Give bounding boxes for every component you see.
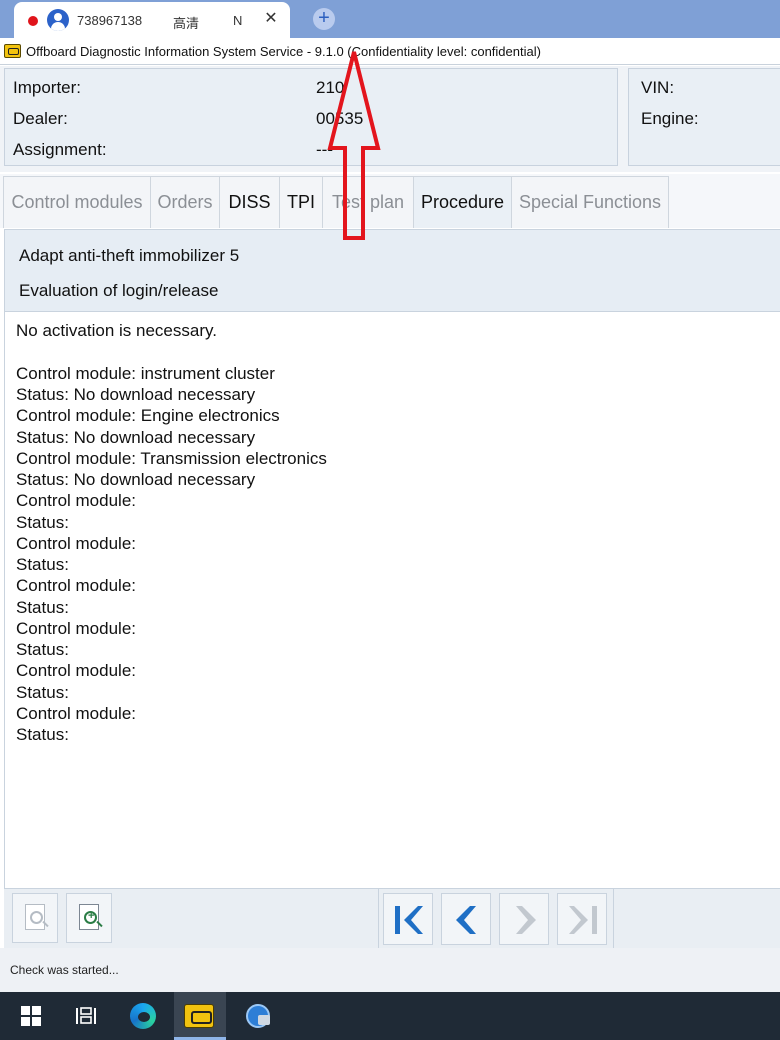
result-line: Status: [16, 725, 69, 744]
result-line: Status: [16, 513, 69, 532]
browser-tab-strip: 738967138 高清 N ✕ + [0, 0, 780, 38]
result-line: Control module: [16, 661, 137, 680]
engine-label: Engine: [641, 109, 699, 128]
network-taskbar-button[interactable] [232, 992, 284, 1040]
result-line: Control module: [16, 491, 137, 510]
dealer-label: Dealer: [13, 109, 68, 128]
odis-app-icon [184, 1004, 214, 1028]
result-line: Status: No download necessary [16, 470, 256, 489]
app-title: Offboard Diagnostic Information System S… [26, 44, 541, 59]
assignment-label: Assignment: [13, 140, 107, 159]
result-line: Status: No download necessary [16, 385, 256, 404]
vin-label: VIN: [641, 78, 675, 97]
windows-start-icon [21, 1006, 41, 1026]
tab-diss[interactable]: DISS [219, 176, 280, 228]
intro-text: No activation is necessary. [16, 321, 217, 340]
result-line: Status: [16, 598, 69, 617]
red-annotation-arrow-icon [327, 51, 381, 240]
tab-special-functions[interactable]: Special Functions [511, 176, 669, 228]
vehicle-id-panel: VIN: Engine: [628, 68, 780, 166]
procedure-output-panel[interactable]: No activation is necessary. Control modu… [4, 312, 780, 888]
procedure-header: Adapt anti-theft immobilizer 5 Evaluatio… [4, 229, 780, 312]
importer-label: Importer: [13, 78, 82, 97]
tab-letter-badge: N [233, 13, 243, 28]
first-page-icon [395, 906, 423, 934]
result-line: Status: [16, 683, 69, 702]
new-tab-button[interactable]: + [313, 8, 335, 30]
magnifier-icon [30, 911, 43, 924]
result-line: Control module: instrument cluster [16, 364, 275, 383]
tab-quality-label[interactable]: 高清 [173, 13, 199, 32]
first-page-button[interactable] [383, 893, 433, 945]
result-line: Control module: [16, 534, 137, 553]
tab-procedure[interactable]: Procedure [413, 176, 512, 228]
procedure-title: Adapt anti-theft immobilizer 5 [19, 246, 240, 265]
procedure-step-title: Evaluation of login/release [19, 281, 219, 300]
tab-control-modules[interactable]: Control modules [3, 176, 151, 228]
tab-orders[interactable]: Orders [150, 176, 220, 228]
result-line: Control module: [16, 576, 137, 595]
last-page-button[interactable] [557, 893, 607, 945]
main-tab-bar: Control modules Orders DISS TPI Test pla… [0, 174, 780, 228]
result-line: Status: No download necessary [16, 428, 256, 447]
zoom-in-button[interactable]: + [66, 893, 112, 943]
page-navigation [378, 889, 614, 949]
next-page-button[interactable] [499, 893, 549, 945]
odis-car-icon [4, 44, 21, 58]
result-line: Control module: [16, 704, 137, 723]
bottom-toolbar: + [4, 888, 780, 949]
close-tab-icon[interactable]: ✕ [262, 10, 280, 28]
app-title-bar: Offboard Diagnostic Information System S… [0, 38, 780, 65]
result-line: Control module: Engine electronics [16, 406, 280, 425]
task-view-icon [76, 1007, 96, 1024]
zoom-out-button[interactable] [12, 893, 58, 943]
recording-dot-icon [28, 16, 38, 26]
vehicle-info-area: Importer: 210 Dealer: 00535 Assignment: … [0, 66, 780, 172]
previous-page-button[interactable] [441, 893, 491, 945]
network-globe-icon [246, 1004, 270, 1028]
result-line: Status: [16, 640, 69, 659]
result-line: Control module: [16, 619, 137, 638]
edge-taskbar-button[interactable] [116, 992, 168, 1040]
tab-title: 738967138 [77, 13, 143, 28]
odis-taskbar-button[interactable] [174, 992, 226, 1040]
start-button[interactable] [2, 992, 54, 1040]
windows-taskbar [0, 992, 780, 1040]
result-line: Status: [16, 555, 69, 574]
result-line: Control module: Transmission electronics [16, 449, 327, 468]
status-bar: Check was started... [0, 948, 780, 992]
tab-tpi[interactable]: TPI [279, 176, 323, 228]
task-view-button[interactable] [58, 992, 110, 1040]
user-avatar-icon [47, 9, 69, 31]
status-text: Check was started... [10, 963, 119, 977]
edge-browser-icon [130, 1003, 156, 1029]
magnifier-plus-icon: + [84, 910, 97, 924]
dealer-info-panel: Importer: 210 Dealer: 00535 Assignment: … [4, 68, 618, 166]
previous-page-icon [456, 906, 476, 934]
next-page-icon [516, 906, 536, 934]
last-page-icon [569, 906, 597, 934]
browser-tab[interactable]: 738967138 高清 N ✕ [14, 2, 290, 38]
